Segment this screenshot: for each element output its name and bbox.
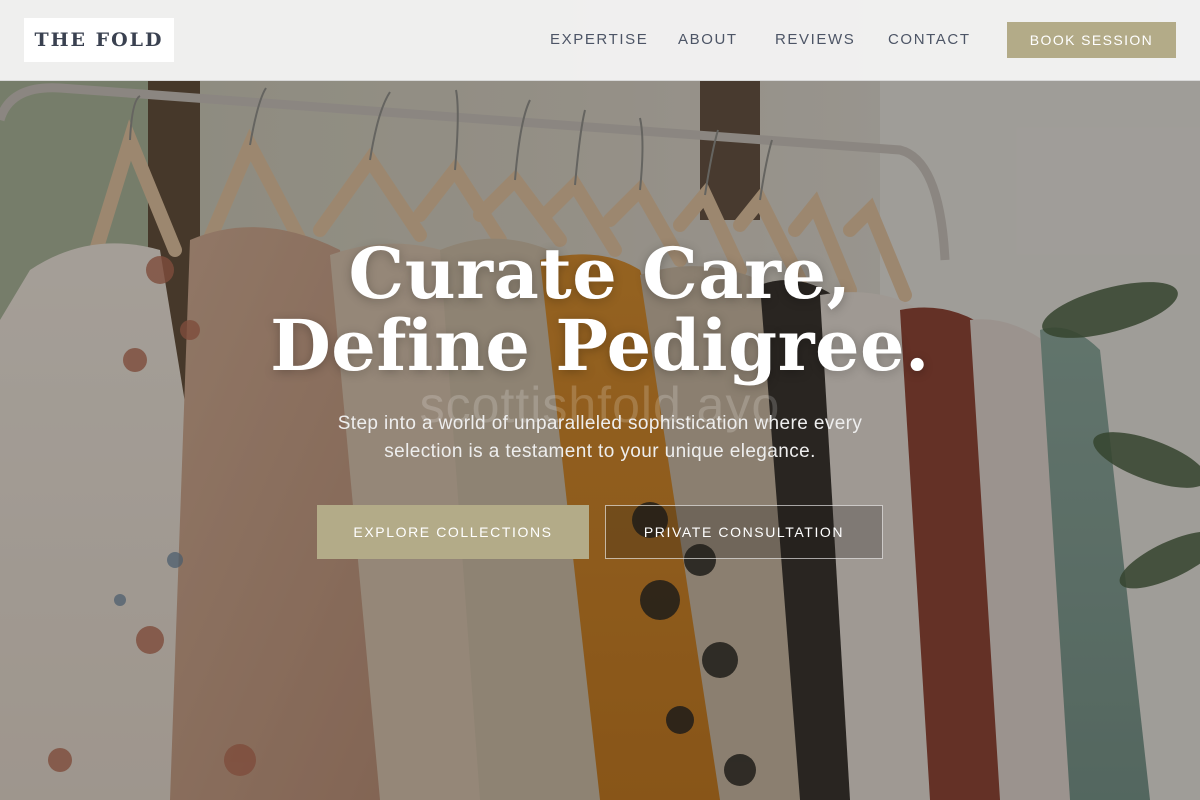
- hero-title-line-2: Define Pedigree.: [270, 304, 930, 387]
- logo-text: THE FOLD: [34, 29, 164, 51]
- nav-link-about[interactable]: ABOUT: [678, 31, 738, 48]
- hero-title: Curate Care, Define Pedigree.: [0, 238, 1200, 382]
- hero-title-line-1: Curate Care,: [348, 232, 852, 315]
- nav-link-contact[interactable]: CONTACT: [888, 31, 971, 48]
- site-header: THE FOLD EXPERTISE ABOUT REVIEWS CONTACT…: [0, 0, 1200, 81]
- book-session-button[interactable]: BOOK SESSION: [1007, 22, 1176, 58]
- private-consultation-button[interactable]: PRIVATE CONSULTATION: [605, 505, 883, 559]
- logo[interactable]: THE FOLD: [24, 18, 174, 62]
- hero-subtitle: Step into a world of unparalleled sophis…: [337, 413, 863, 462]
- nav-link-expertise[interactable]: EXPERTISE: [550, 31, 648, 48]
- nav-link-reviews[interactable]: REVIEWS: [775, 31, 855, 48]
- explore-collections-button[interactable]: EXPLORE COLLECTIONS: [317, 505, 589, 559]
